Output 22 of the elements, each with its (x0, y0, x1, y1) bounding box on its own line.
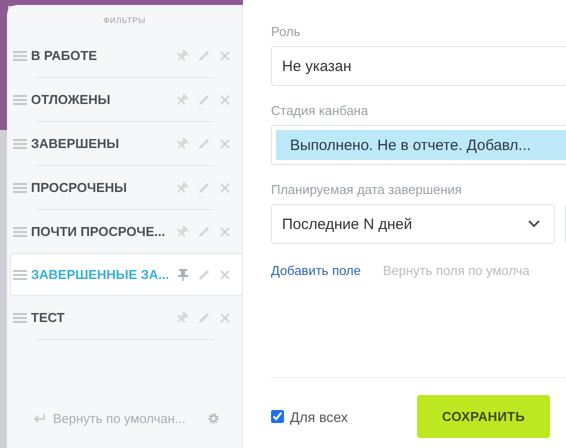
filter-label: ПРОСРОЧЕНЫ (31, 180, 128, 195)
field-label: Планируемая дата завершения (271, 182, 463, 197)
filter-label: ЗАВЕРШЕНЫ (31, 136, 120, 151)
role-field[interactable]: Не указан (271, 46, 566, 86)
filter-item[interactable]: ОТЛОЖЕНЫ (7, 78, 242, 121)
field-label: Роль (271, 24, 302, 39)
filter-item[interactable]: ТЕСТ (7, 296, 242, 339)
filter-item[interactable]: ПРОСРОЧЕНЫ (7, 166, 242, 209)
filter-label: ТЕСТ (31, 310, 66, 325)
filter-label: ПОЧТИ ПРОСРОЧЕ... (31, 224, 166, 239)
date-select[interactable]: Последние N дней (271, 204, 555, 244)
filter-item[interactable]: ЗАВЕРШЕНЫ (7, 122, 242, 165)
filter-label: В РАБОТЕ (31, 48, 98, 63)
filter-label: ОТЛОЖЕНЫ (31, 92, 112, 107)
sidebar-title: ФИЛЬТРЫ (102, 15, 147, 27)
filter-item[interactable]: В РАБОТЕ (7, 34, 242, 77)
add-field-link[interactable]: Добавить поле (271, 263, 361, 278)
field-label: Стадия канбана (271, 103, 370, 118)
save-button[interactable]: СОХРАНИТЬ (417, 395, 550, 438)
for-all-label: Для всех (290, 408, 348, 424)
filter-label: ЗАВЕРШЕННЫЕ ЗА... (31, 267, 168, 282)
filter-item[interactable]: ПОЧТИ ПРОСРОЧЕ... (7, 210, 242, 253)
